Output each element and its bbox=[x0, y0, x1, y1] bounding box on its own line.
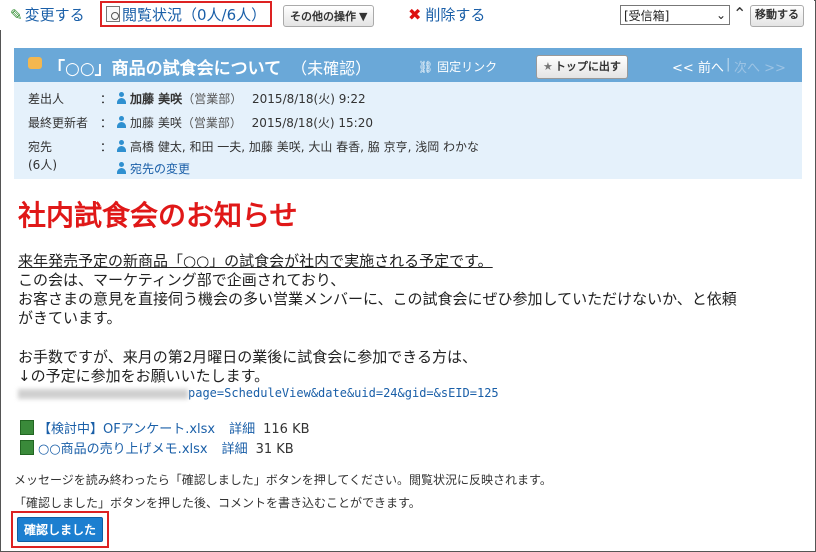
sender-name[interactable]: 加藤 美咲 bbox=[130, 92, 182, 106]
user-icon bbox=[116, 116, 127, 128]
confirm-instruction: メッセージを読み終わったら「確認しました」ボタンを押してください。閲覧状況に反映… bbox=[14, 473, 552, 487]
comment-instruction: 「確認しました」ボタンを押した後、コメントを書き込むことができます。 bbox=[14, 496, 421, 510]
recipients-list[interactable]: 高橋 健太, 和田 一夫, 加藤 美咲, 大山 春香, 脇 京亨, 浅岡 わかな bbox=[116, 138, 479, 155]
nav-separator: | bbox=[726, 57, 731, 72]
schedule-link[interactable]: page=ScheduleView&date&uid=24&gid=&sEID=… bbox=[18, 386, 499, 400]
blurred-url-prefix bbox=[18, 388, 188, 399]
toolbar: ✎ 変更する 閲覧状況（0人/6人） その他の操作 ▼ ✖ 削除する [受信箱]… bbox=[0, 0, 814, 30]
user-icon bbox=[116, 162, 127, 174]
next-link[interactable]: 次へ >> bbox=[734, 57, 786, 76]
delete-icon: ✖ bbox=[408, 5, 422, 24]
move-button[interactable]: 移動する bbox=[750, 5, 804, 27]
delete-button[interactable]: ✖ 削除する bbox=[408, 4, 485, 25]
updater-label: 最終更新者 bbox=[28, 116, 89, 130]
attachment-item: 【検討中】OFアンケート.xlsx 詳細 116 KB bbox=[20, 418, 310, 437]
message-icon bbox=[28, 57, 42, 69]
attachment-link[interactable]: 【検討中】OFアンケート.xlsx bbox=[38, 422, 215, 437]
message-header: 「○○」商品の試食会について （未確認） ⛓ 固定リンク ★ トップに出す << 前… bbox=[14, 48, 802, 179]
attachment-detail-link[interactable]: 詳細 bbox=[229, 422, 255, 437]
pin-to-top-button[interactable]: ★ トップに出す bbox=[536, 55, 628, 79]
body-line: ↓の予定に参加をお願いいたします。 bbox=[18, 367, 270, 385]
star-icon: ★ bbox=[543, 60, 553, 73]
updater-value: 加藤 美咲（営業部） 2015/8/18(火) 15:20 bbox=[116, 114, 373, 131]
recipients-label: 宛先 bbox=[28, 140, 53, 154]
message-title: 「○○」商品の試食会について （未確認） bbox=[48, 59, 372, 79]
body-heading: 社内試食会のお知らせ bbox=[18, 199, 298, 232]
body-line: この会は、マーケティング部で企画されており、 bbox=[18, 271, 346, 289]
read-status-text: （未確認） bbox=[291, 59, 372, 78]
sender-value: 加藤 美咲（営業部） 2015/8/18(火) 9:22 bbox=[116, 90, 366, 107]
excel-file-icon bbox=[20, 440, 34, 455]
excel-file-icon bbox=[20, 420, 34, 435]
folder-select[interactable]: [受信箱] ⌄ bbox=[620, 5, 730, 25]
edit-button[interactable]: ✎ 変更する bbox=[10, 4, 85, 25]
sender-label: 差出人 bbox=[28, 92, 65, 106]
pencil-icon: ✎ bbox=[10, 5, 23, 24]
body-line: お客さまの意見を直接伺う機会の多い営業メンバーに、この試食会にぜひ参加していただ… bbox=[18, 290, 737, 308]
attachment-link[interactable]: ○○商品の売り上げメモ.xlsx bbox=[38, 442, 208, 457]
user-icon bbox=[116, 92, 127, 104]
read-status-button[interactable]: 閲覧状況（0人/6人） bbox=[100, 1, 273, 27]
prev-link[interactable]: << 前へ bbox=[672, 57, 724, 76]
read-status-icon bbox=[106, 6, 120, 22]
link-icon: ⛓ bbox=[418, 60, 434, 74]
change-recipients-link[interactable]: 宛先の変更 bbox=[116, 160, 190, 177]
attachment-item: ○○商品の売り上げメモ.xlsx 詳細 31 KB bbox=[20, 438, 294, 457]
confirm-button[interactable]: 確認しました bbox=[17, 517, 103, 542]
chevron-down-icon: ⌄ bbox=[715, 8, 726, 22]
chevron-up-icon[interactable]: ⌃ bbox=[733, 4, 746, 23]
body-line: お手数ですが、来月の第2月曜日の業後に試食会に参加できる方は、 bbox=[18, 348, 477, 366]
recipients-count: (6人) bbox=[28, 158, 57, 172]
title-bar: 「○○」商品の試食会について （未確認） ⛓ 固定リンク ★ トップに出す << 前… bbox=[14, 48, 802, 82]
confirm-highlight: 確認しました bbox=[11, 511, 109, 548]
body-line: がきています。 bbox=[18, 309, 122, 327]
attachment-detail-link[interactable]: 詳細 bbox=[222, 442, 248, 457]
other-actions-button[interactable]: その他の操作 ▼ bbox=[283, 5, 375, 27]
body-line: 来年発売予定の新商品「○○」の試食会が社内で実施される予定です。 bbox=[18, 252, 493, 270]
permalink-link[interactable]: ⛓ 固定リンク bbox=[418, 58, 497, 75]
updater-name[interactable]: 加藤 美咲 bbox=[130, 116, 182, 130]
user-icon bbox=[116, 140, 127, 152]
dropdown-arrow-icon: ▼ bbox=[359, 9, 368, 23]
